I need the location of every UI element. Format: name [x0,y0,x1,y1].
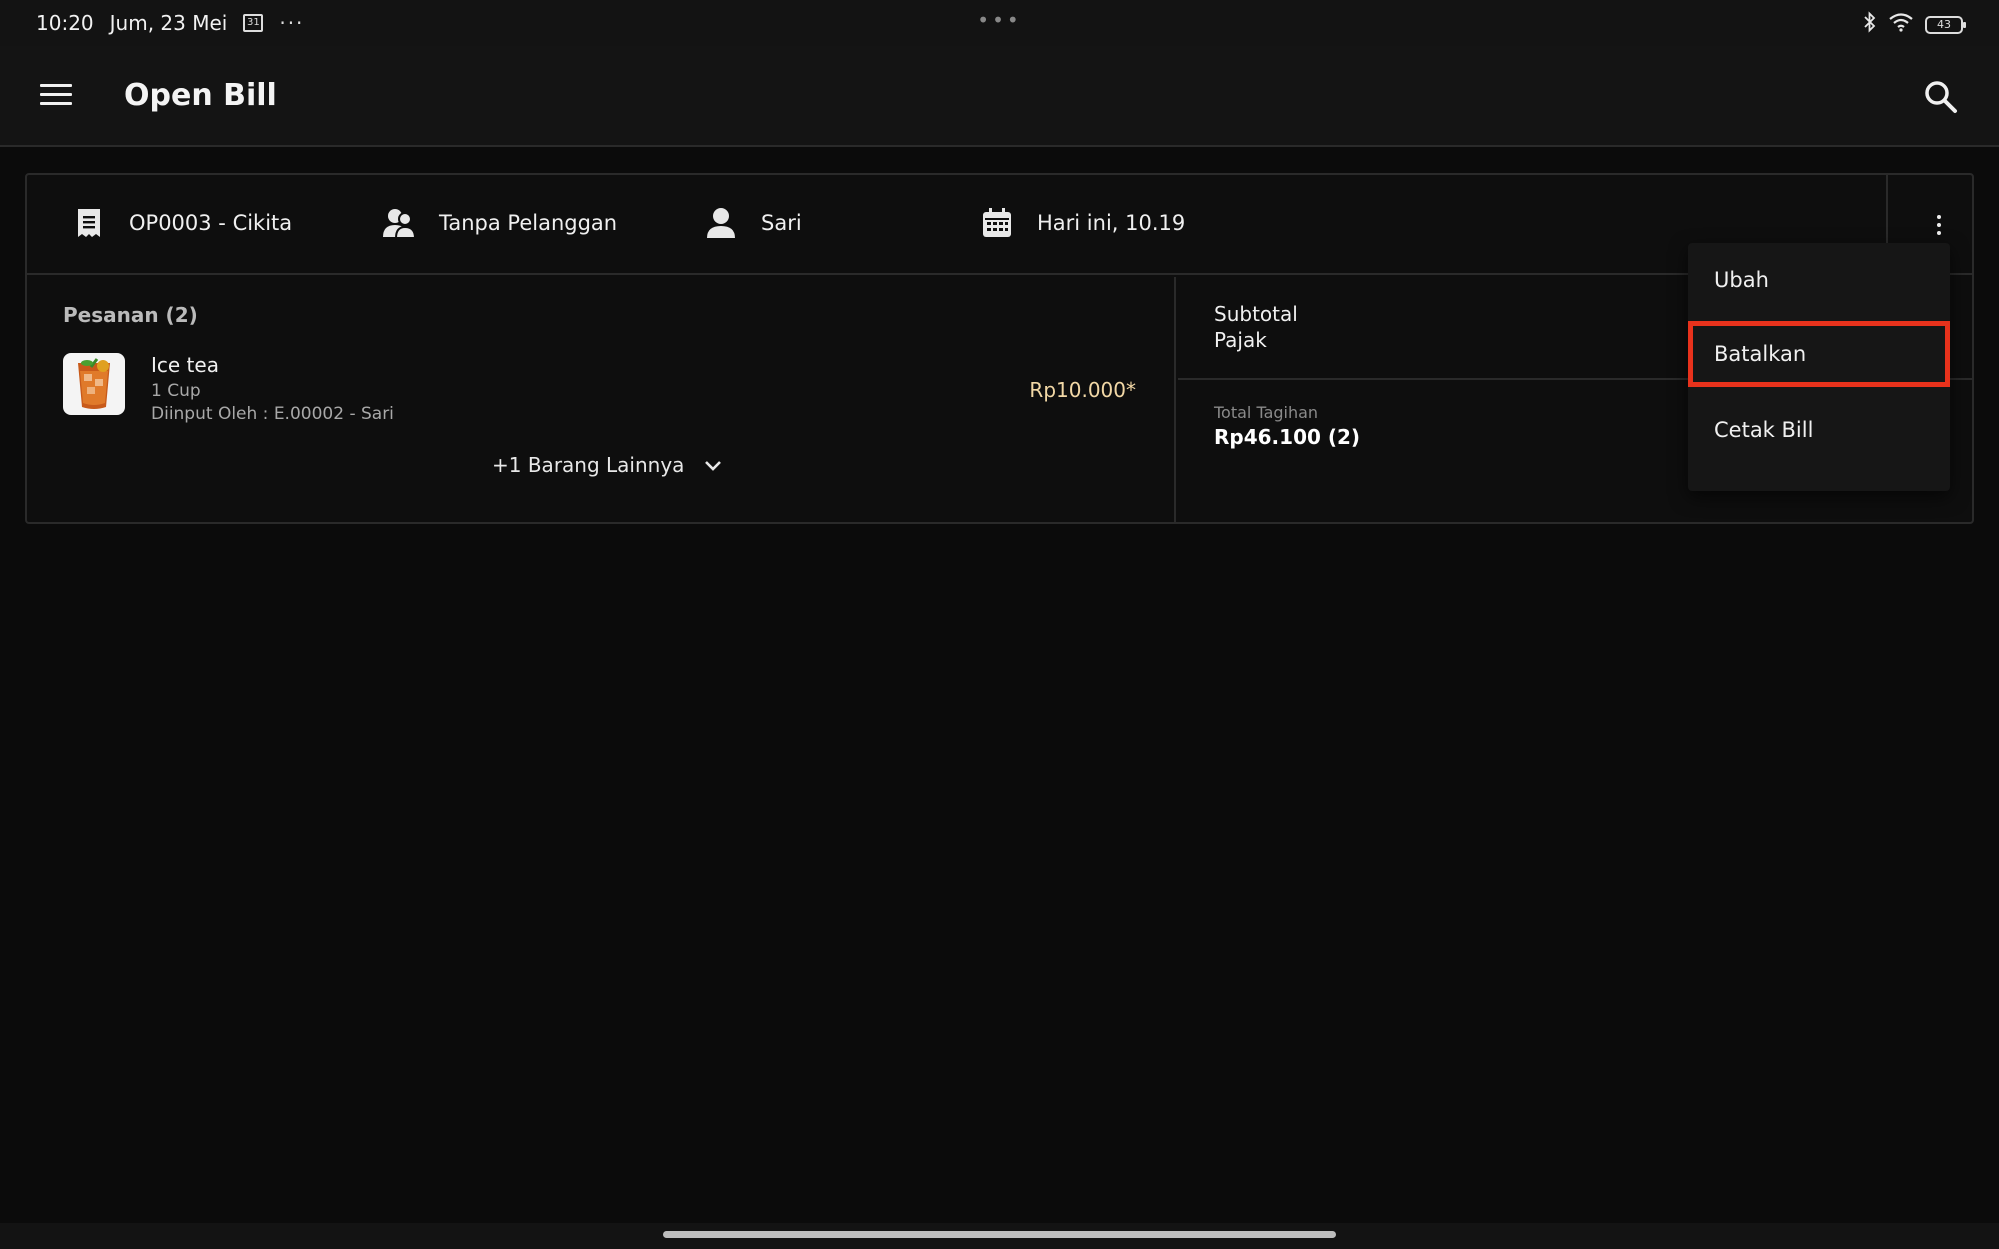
staff-label: Sari [761,211,802,235]
wifi-icon [1889,12,1913,37]
bill-actions-menu: Ubah Batalkan Cetak Bill [1688,243,1950,491]
user-icon [701,203,741,243]
customer-label: Tanpa Pelanggan [439,211,618,235]
calendar-icon [977,203,1017,243]
tax-label: Pajak [1214,328,1267,352]
bluetooth-icon [1863,11,1877,38]
multitask-dots-icon[interactable]: ••• [977,8,1021,32]
bill-id-label: OP0003 - Cikita [129,211,293,235]
total-value: Rp46.100 (2) [1214,425,1361,449]
search-icon[interactable] [1923,79,1959,115]
customer-field: Tanpa Pelanggan [379,203,617,243]
menu-item-batalkan[interactable]: Batalkan [1688,321,1950,387]
summary-labels: Subtotal Pajak [1214,301,1298,353]
ice-tea-image [63,353,125,415]
receipt-icon [69,203,109,243]
bill-id-field: OP0003 - Cikita [69,203,292,243]
more-items-label: +1 Barang Lainnya [492,453,685,477]
app-bar: Open Bill [0,46,1999,147]
orders-pane: Pesanan (2) Ice tea 1 Cup Diinput Oleh :… [27,277,1176,524]
users-icon [379,203,419,243]
item-entered-by: Diinput Oleh : E.00002 - Sari [151,404,394,424]
subtotal-label: Subtotal [1214,302,1298,326]
total-label: Total Tagihan [1214,403,1319,422]
status-bar: 10:20 Jum, 23 Mei 31 ··· ••• 43 [0,0,1999,46]
item-quantity: 1 Cup [151,381,201,401]
calendar-icon: 31 [243,14,264,32]
page-title: Open Bill [124,78,277,113]
staff-field: Sari [701,203,802,243]
status-time: 10:20 [36,11,94,35]
menu-icon[interactable] [40,84,72,108]
menu-item-ubah[interactable]: Ubah [1688,247,1950,313]
status-date: Jum, 23 Mei [109,11,228,35]
menu-item-cetak-bill[interactable]: Cetak Bill [1688,397,1950,463]
open-bill-card[interactable]: OP0003 - Cikita Tanpa Pelanggan Sari Har… [25,173,1974,524]
item-price: Rp10.000* [1029,378,1136,402]
datetime-field: Hari ini, 10.19 [977,203,1185,243]
more-vertical-icon[interactable] [1927,211,1951,239]
more-items-button[interactable]: +1 Barang Lainnya [492,453,722,477]
datetime-label: Hari ini, 10.19 [1037,211,1186,235]
home-indicator[interactable] [663,1231,1336,1238]
chevron-down-icon [704,453,722,477]
more-notifications-icon: ··· [279,11,305,35]
battery-icon: 43 [1925,15,1966,34]
item-name: Ice tea [151,353,219,377]
orders-title: Pesanan (2) [63,303,198,327]
bill-header: OP0003 - Cikita Tanpa Pelanggan Sari Har… [27,175,1972,275]
